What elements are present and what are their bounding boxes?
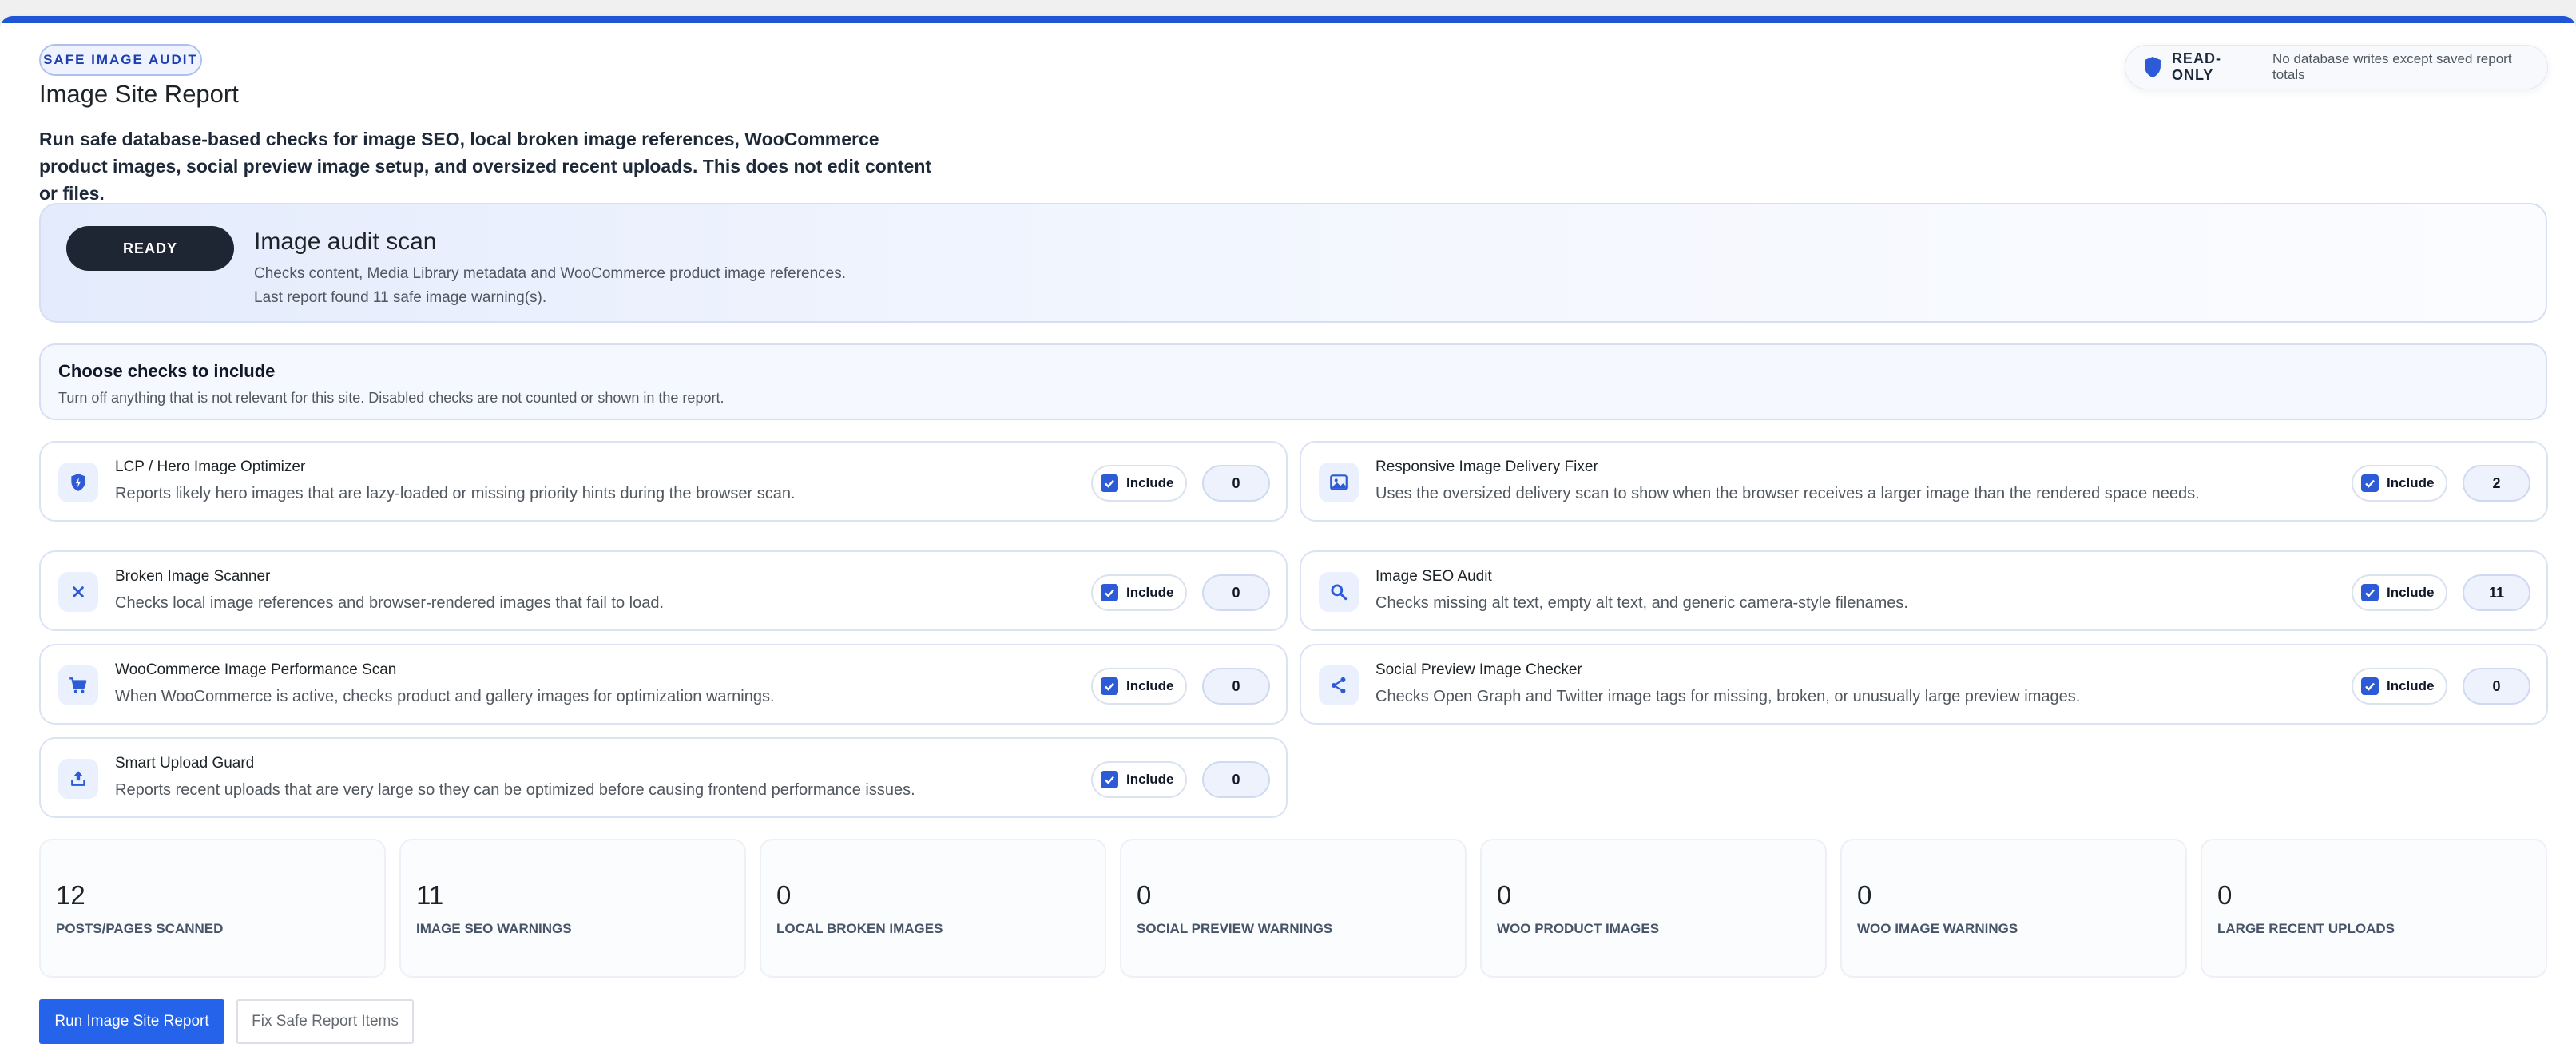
check-title: LCP / Hero Image Optimizer — [115, 459, 306, 475]
stat-posts-pages-scanned: 12 POSTS/PAGES SCANNED — [39, 839, 386, 978]
stat-label: POSTS/PAGES SCANNED — [56, 921, 224, 936]
checkbox-checked[interactable] — [2361, 474, 2379, 492]
stat-value: 0 — [1497, 880, 1512, 910]
check-card-responsive-delivery: Responsive Image Delivery Fixer Uses the… — [1300, 441, 2548, 522]
stat-label: LARGE RECENT UPLOADS — [2217, 921, 2395, 936]
include-toggle[interactable]: Include — [1091, 668, 1187, 705]
stat-large-recent-uploads: 0 LARGE RECENT UPLOADS — [2201, 839, 2547, 978]
check-description: Reports recent uploads that are very lar… — [115, 781, 915, 799]
check-card-broken-image: Broken Image Scanner Checks local image … — [39, 550, 1288, 631]
stat-woo-image-warnings: 0 WOO IMAGE WARNINGS — [1840, 839, 2187, 978]
check-card-woocommerce: WooCommerce Image Performance Scan When … — [39, 644, 1288, 725]
check-card-image-seo: Image SEO Audit Checks missing alt text,… — [1300, 550, 2548, 631]
stat-local-broken-images: 0 LOCAL BROKEN IMAGES — [760, 839, 1106, 978]
choose-checks-title: Choose checks to include — [58, 361, 276, 381]
include-label: Include — [1126, 475, 1174, 490]
include-label: Include — [2387, 585, 2435, 600]
check-card-lcp-hero: LCP / Hero Image Optimizer Reports likel… — [39, 441, 1288, 522]
check-count-badge: 0 — [1202, 761, 1270, 798]
read-only-text: No database writes except saved report t… — [2272, 51, 2512, 82]
page-description: Run safe database-based checks for image… — [39, 129, 932, 204]
upload-icon — [58, 759, 98, 799]
cart-icon — [58, 665, 98, 705]
stat-value: 0 — [1137, 880, 1152, 910]
read-only-badge: READ-ONLY No database writes except save… — [2125, 45, 2548, 89]
include-toggle[interactable]: Include — [2352, 574, 2447, 611]
include-label: Include — [1126, 585, 1174, 600]
stat-label: WOO PRODUCT IMAGES — [1497, 921, 1660, 936]
check-card-social-preview: Social Preview Image Checker Checks Open… — [1300, 644, 2548, 725]
include-toggle[interactable]: Include — [1091, 761, 1187, 798]
scan-title: Image audit scan — [254, 228, 437, 255]
stat-social-preview-warnings: 0 SOCIAL PREVIEW WARNINGS — [1120, 839, 1467, 978]
check-count-badge: 2 — [2463, 465, 2530, 502]
check-title: Responsive Image Delivery Fixer — [1375, 459, 1598, 475]
read-only-label: READ-ONLY — [2171, 50, 2221, 83]
share-icon — [1319, 665, 1359, 705]
checkbox-checked[interactable] — [1101, 474, 1118, 492]
include-toggle[interactable]: Include — [2352, 465, 2447, 502]
stat-woo-product-images: 0 WOO PRODUCT IMAGES — [1480, 839, 1827, 978]
check-count-badge: 11 — [2463, 574, 2530, 611]
check-description: When WooCommerce is active, checks produ… — [115, 688, 775, 705]
check-count-badge: 0 — [1202, 574, 1270, 611]
stat-label: IMAGE SEO WARNINGS — [416, 921, 572, 936]
checkbox-checked[interactable] — [2361, 677, 2379, 695]
check-title: Social Preview Image Checker — [1375, 661, 1582, 678]
include-label: Include — [1126, 678, 1174, 693]
include-label: Include — [2387, 475, 2435, 490]
check-count-badge: 0 — [1202, 465, 1270, 502]
include-toggle[interactable]: Include — [1091, 465, 1187, 502]
check-description: Checks Open Graph and Twitter image tags… — [1375, 688, 2081, 705]
check-title: Broken Image Scanner — [115, 568, 271, 585]
stat-value: 0 — [2217, 880, 2233, 910]
check-description: Checks local image references and browse… — [115, 594, 665, 612]
stat-label: SOCIAL PREVIEW WARNINGS — [1137, 921, 1333, 936]
checkbox-checked[interactable] — [1101, 677, 1118, 695]
check-description: Checks missing alt text, empty alt text,… — [1375, 594, 1908, 612]
check-title: Image SEO Audit — [1375, 568, 1492, 585]
stat-value: 0 — [776, 880, 792, 910]
last-report-summary: Last report found 11 safe image warning(… — [254, 289, 547, 306]
check-description: Uses the oversized delivery scan to show… — [1375, 485, 2200, 502]
top-accent-bar — [0, 16, 2576, 23]
choose-checks-subtitle: Turn off anything that is not relevant f… — [58, 390, 724, 406]
scan-description: Checks content, Media Library metadata a… — [254, 265, 847, 282]
checkbox-checked[interactable] — [2361, 584, 2379, 601]
image-site-report-page: SAFE IMAGE AUDIT Image Site Report Run s… — [0, 16, 2576, 1060]
include-toggle[interactable]: Include — [1091, 574, 1187, 611]
check-title: Smart Upload Guard — [115, 755, 255, 772]
checkbox-checked[interactable] — [1101, 771, 1118, 788]
shield-icon — [2144, 57, 2161, 77]
check-description: Reports likely hero images that are lazy… — [115, 485, 796, 502]
include-label: Include — [1126, 772, 1174, 787]
stat-value: 0 — [1857, 880, 1872, 910]
include-label: Include — [2387, 678, 2435, 693]
stat-value: 12 — [56, 880, 85, 910]
check-card-smart-upload: Smart Upload Guard Reports recent upload… — [39, 737, 1288, 818]
checkbox-checked[interactable] — [1101, 584, 1118, 601]
check-count-badge: 0 — [2463, 668, 2530, 705]
stat-image-seo-warnings: 11 IMAGE SEO WARNINGS — [399, 839, 746, 978]
page-title: Image Site Report — [39, 80, 239, 108]
shield-bolt-icon — [58, 463, 98, 502]
check-title: WooCommerce Image Performance Scan — [115, 661, 397, 678]
stat-value: 11 — [416, 880, 444, 910]
run-image-site-report-button[interactable]: Run Image Site Report — [39, 999, 224, 1044]
include-toggle[interactable]: Include — [2352, 668, 2447, 705]
choose-checks-panel: Choose checks to include Turn off anythi… — [39, 343, 2547, 420]
stat-label: WOO IMAGE WARNINGS — [1857, 921, 2018, 936]
scan-status-panel: READY Image audit scan Checks content, M… — [39, 203, 2547, 323]
image-icon — [1319, 463, 1359, 502]
ready-status-button[interactable]: READY — [66, 226, 234, 271]
fix-safe-report-items-button[interactable]: Fix Safe Report Items — [236, 999, 414, 1044]
stat-label: LOCAL BROKEN IMAGES — [776, 921, 943, 936]
check-count-badge: 0 — [1202, 668, 1270, 705]
safe-image-audit-tag: SAFE IMAGE AUDIT — [39, 44, 202, 76]
search-icon — [1319, 572, 1359, 612]
close-icon — [58, 572, 98, 612]
